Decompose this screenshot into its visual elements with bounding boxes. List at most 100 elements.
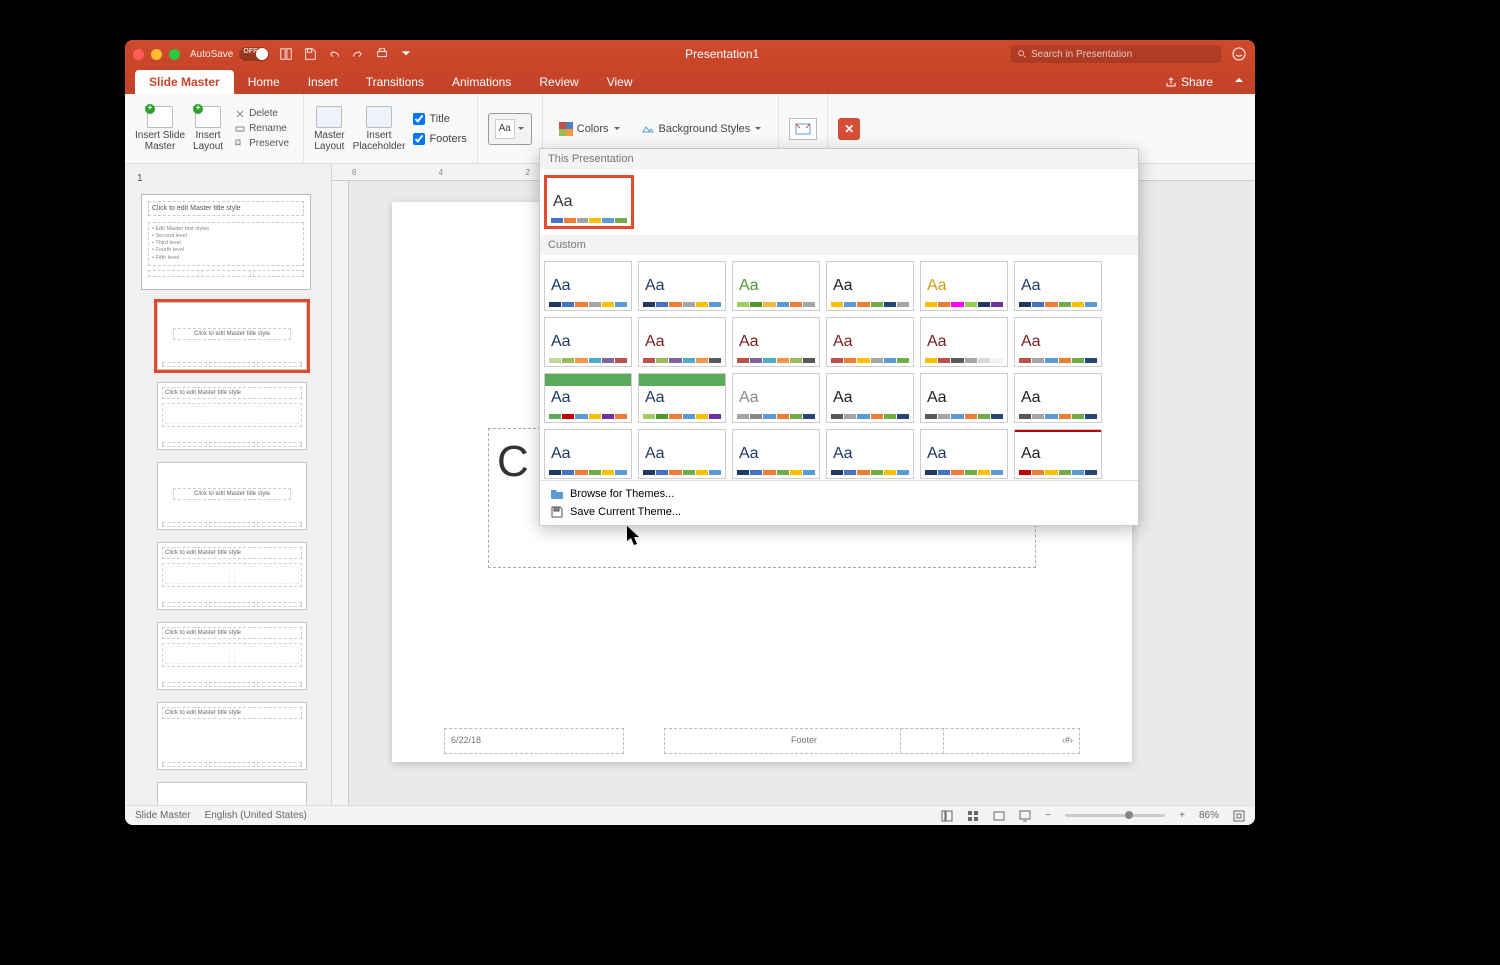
autosave-toggle[interactable]: OFF (239, 47, 269, 61)
slide-date-placeholder[interactable]: 6/22/18 (444, 728, 624, 754)
theme-swatch[interactable]: Aa (1014, 373, 1102, 423)
tab-insert[interactable]: Insert (294, 70, 352, 94)
colors-button[interactable]: Colors (553, 120, 627, 138)
slide-number-placeholder[interactable]: ‹#› (900, 728, 1080, 754)
zoom-out[interactable]: − (1045, 810, 1051, 821)
rename-button[interactable]: Rename (231, 122, 293, 135)
master-layout-button[interactable]: Master Layout (314, 106, 345, 152)
view-normal-icon[interactable] (941, 810, 953, 822)
layout-thumbnail-5[interactable]: Click to edit Master title style (157, 622, 307, 690)
insert-slide-master-button[interactable]: + Insert Slide Master (135, 106, 185, 152)
preserve-icon (235, 139, 245, 149)
window-close[interactable] (133, 49, 144, 60)
feedback-smile-icon[interactable] (1231, 46, 1247, 62)
tab-animations[interactable]: Animations (438, 70, 525, 94)
zoom-in[interactable]: + (1179, 810, 1185, 821)
theme-swatch[interactable]: Aa (638, 429, 726, 479)
window-minimize[interactable] (151, 49, 162, 60)
footers-checkbox[interactable]: Footers (413, 133, 466, 145)
tab-view[interactable]: View (593, 70, 647, 94)
save-theme-item[interactable]: Save Current Theme... (550, 505, 1128, 519)
layout-thumbnail-3[interactable]: Click to edit Master title style (157, 462, 307, 530)
layout-thumbnail-1[interactable]: Click to edit Master title style (157, 302, 307, 370)
zoom-value[interactable]: 86% (1199, 810, 1219, 821)
undo-icon[interactable] (327, 47, 341, 61)
theme-swatch[interactable]: Aa (638, 373, 726, 423)
insert-layout-button[interactable]: + Insert Layout (193, 106, 223, 152)
theme-swatch[interactable]: Aa (638, 261, 726, 311)
preserve-button[interactable]: Preserve (231, 137, 293, 150)
browse-themes-item[interactable]: Browse for Themes... (550, 487, 1128, 501)
qat-dropdown-icon[interactable] (399, 47, 413, 61)
share-button[interactable]: Share (1155, 70, 1223, 94)
fit-to-window-icon[interactable] (1233, 810, 1245, 822)
qat-printer-icon[interactable] (375, 47, 389, 61)
theme-swatch[interactable]: Aa (544, 373, 632, 423)
theme-swatch[interactable]: Aa (1014, 261, 1102, 311)
theme-swatch[interactable]: Aa (920, 317, 1008, 367)
rename-icon (235, 124, 245, 134)
theme-swatch[interactable]: Aa (920, 261, 1008, 311)
chevron-down-icon (517, 125, 525, 133)
theme-swatch[interactable]: Aa (920, 429, 1008, 479)
folder-icon (550, 487, 564, 501)
status-language[interactable]: English (United States) (205, 810, 307, 821)
view-sorter-icon[interactable] (967, 810, 979, 822)
theme-swatch[interactable]: Aa (638, 317, 726, 367)
slide-panel[interactable]: 1 Click to edit Master title style • Edi… (125, 164, 332, 805)
theme-swatch[interactable]: Aa (826, 373, 914, 423)
background-styles-button[interactable]: Background Styles (635, 120, 769, 138)
theme-swatch[interactable]: Aa (732, 429, 820, 479)
save-icon[interactable] (303, 47, 317, 61)
theme-swatch[interactable]: Aa (920, 373, 1008, 423)
theme-swatch[interactable]: Aa (1014, 429, 1102, 479)
layout-thumbnail-4[interactable]: Click to edit Master title style (157, 542, 307, 610)
layout-thumbnail-7[interactable] (157, 782, 307, 805)
zoom-slider[interactable] (1065, 814, 1165, 817)
window-title: Presentation1 (433, 47, 1011, 61)
themes-button[interactable]: Aa (488, 113, 532, 145)
view-slideshow-icon[interactable] (1019, 810, 1031, 822)
themes-dropdown: This Presentation Aa Custom AaAaAaAaAaAa… (539, 148, 1139, 526)
autosave-history-icon[interactable] (279, 47, 293, 61)
theme-swatch[interactable]: Aa (732, 317, 820, 367)
theme-swatch[interactable]: Aa (544, 317, 632, 367)
theme-swatch[interactable]: Aa (544, 261, 632, 311)
master-thumbnail[interactable]: Click to edit Master title style • Edit … (141, 194, 311, 290)
insert-placeholder-button[interactable]: Insert Placeholder (353, 106, 406, 152)
status-view: Slide Master (135, 810, 191, 821)
layout-thumbnail-6[interactable]: Click to edit Master title style (157, 702, 307, 770)
title-checkbox[interactable]: Title (413, 113, 466, 125)
collapse-ribbon-icon[interactable] (1223, 69, 1255, 94)
dropdown-section-custom: Custom (540, 235, 1138, 255)
theme-swatch[interactable]: Aa (732, 261, 820, 311)
delete-icon (235, 109, 245, 119)
ruler-vertical (332, 181, 349, 805)
theme-swatch[interactable]: Aa (826, 261, 914, 311)
ribbon-tabs: Slide Master Home Insert Transitions Ani… (125, 68, 1255, 94)
dropdown-section-current: This Presentation (540, 149, 1138, 169)
tab-review[interactable]: Review (525, 70, 592, 94)
theme-swatch[interactable]: Aa (826, 317, 914, 367)
tab-home[interactable]: Home (234, 70, 294, 94)
theme-swatch[interactable]: Aa (544, 429, 632, 479)
search-input[interactable]: Search in Presentation (1011, 45, 1221, 63)
titlebar: AutoSave OFF Presentation1 Search in Pre… (125, 40, 1255, 68)
close-master-button[interactable]: ✕ (838, 118, 860, 140)
view-reading-icon[interactable] (993, 810, 1005, 822)
theme-swatch[interactable]: Aa (544, 175, 634, 229)
slide-number: 1 (137, 173, 143, 184)
theme-swatch[interactable]: Aa (826, 429, 914, 479)
mouse-cursor (627, 526, 643, 546)
delete-button[interactable]: Delete (231, 107, 293, 120)
tab-transitions[interactable]: Transitions (352, 70, 438, 94)
slide-size-button[interactable] (789, 118, 817, 140)
theme-swatch[interactable]: Aa (732, 373, 820, 423)
theme-swatch[interactable]: Aa (1014, 317, 1102, 367)
tab-slide-master[interactable]: Slide Master (135, 70, 234, 94)
autosave-label: AutoSave (190, 49, 233, 60)
redo-icon[interactable] (351, 47, 365, 61)
save-icon (550, 505, 564, 519)
layout-thumbnail-2[interactable]: Click to edit Master title style (157, 382, 307, 450)
window-zoom[interactable] (169, 49, 180, 60)
